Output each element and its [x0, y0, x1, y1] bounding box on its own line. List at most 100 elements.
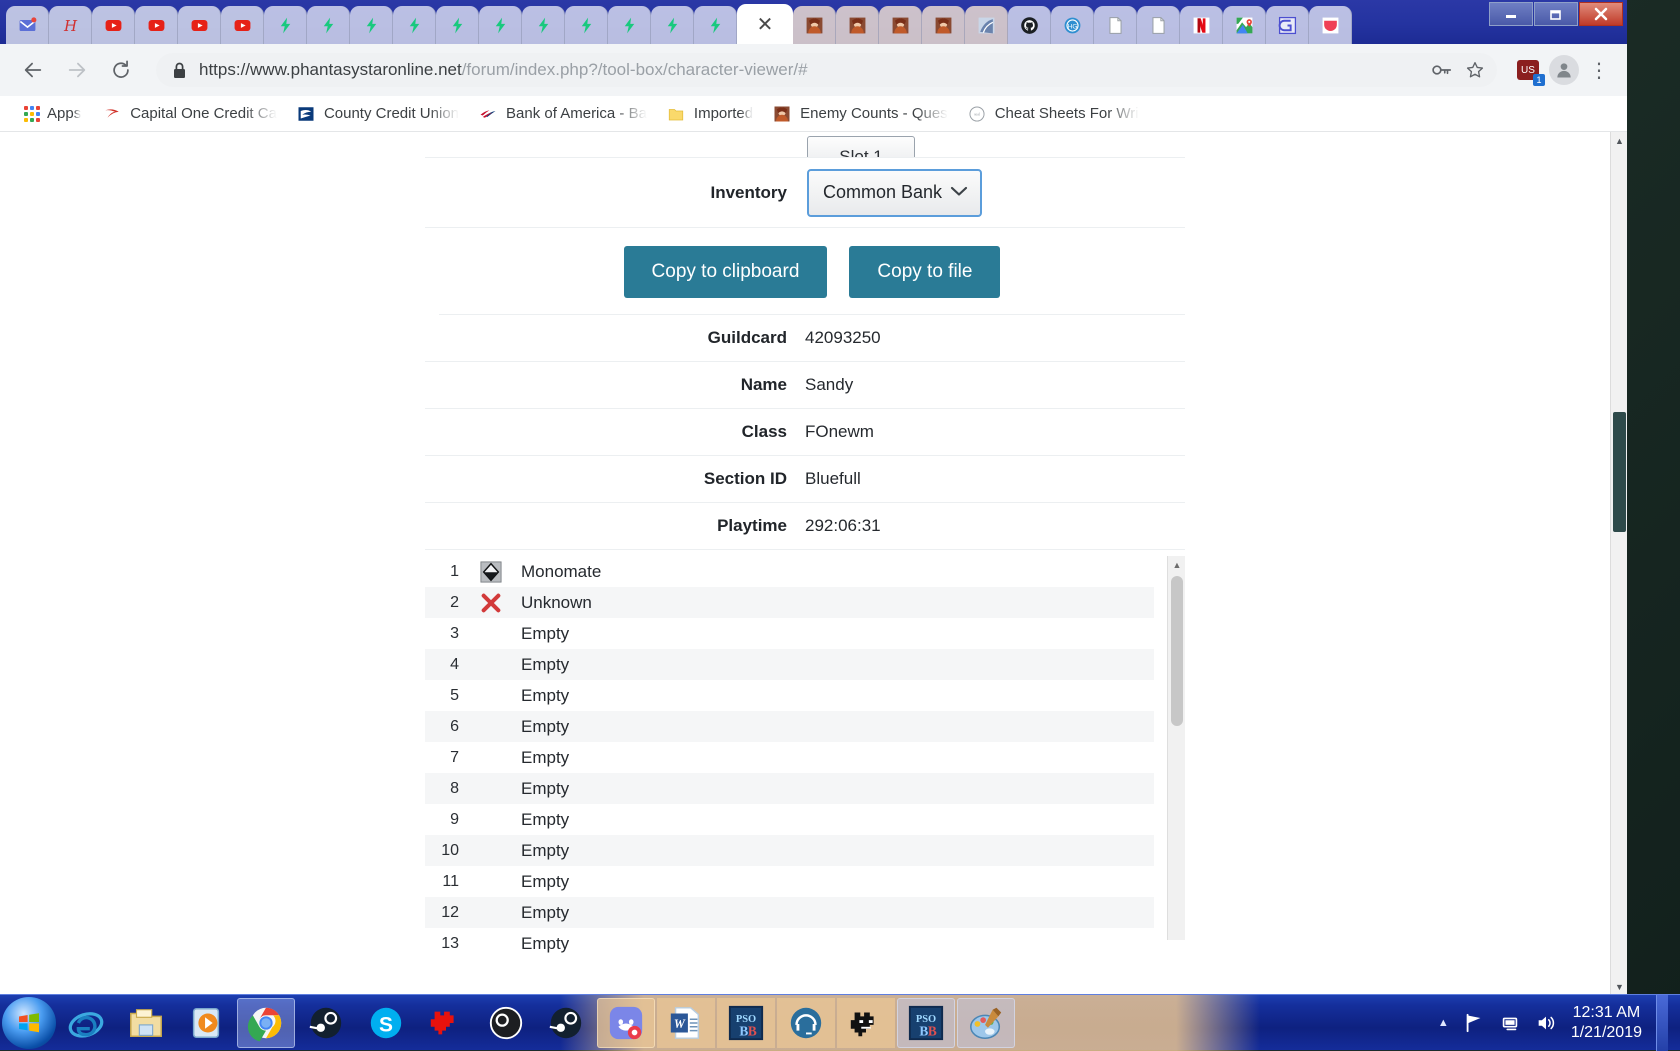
inventory-scroll-up-arrow[interactable]: ▲ [1168, 556, 1185, 574]
page-scrollbar-thumb[interactable] [1613, 412, 1626, 532]
taskbar-item-skype[interactable]: S [357, 998, 415, 1048]
tab-doc-tab-1[interactable] [1094, 6, 1137, 44]
show-desktop-button[interactable] [1656, 995, 1668, 1051]
inventory-row[interactable]: 7Empty [425, 742, 1154, 773]
copy-to-file-button[interactable]: Copy to file [849, 246, 1000, 298]
tab-pso-tab-7[interactable] [522, 6, 565, 44]
taskbar-item-steam[interactable] [297, 998, 355, 1048]
tab-youtube-tab-2[interactable] [135, 6, 178, 44]
inventory-row[interactable]: 11Empty [425, 866, 1154, 897]
chrome-menu-button[interactable]: ⋮ [1585, 60, 1613, 80]
bookmark-item[interactable]: sealCheat Sheets For Wri [958, 102, 1149, 126]
tab-pso-tab-6[interactable] [479, 6, 522, 44]
tab-pso-tab-3[interactable] [350, 6, 393, 44]
tab-pso-tab-11[interactable] [694, 6, 737, 44]
key-icon[interactable] [1431, 61, 1453, 79]
bookmark-item[interactable]: County Credit Union [287, 102, 469, 126]
tab-portrait-tab-3[interactable] [879, 6, 922, 44]
tab-netflix-tab[interactable] [1180, 6, 1223, 44]
inventory-row[interactable]: 13Empty [425, 928, 1154, 959]
taskbar-item-obs-studio[interactable] [477, 998, 535, 1048]
taskbar-item-discord[interactable] [597, 998, 655, 1048]
taskbar-item-internet-explorer[interactable] [57, 998, 115, 1048]
bookmark-item[interactable]: Capital One Credit Ca [93, 102, 287, 126]
network-icon[interactable] [1499, 1012, 1521, 1034]
tab-portrait-tab-1[interactable] [793, 6, 836, 44]
profile-avatar[interactable] [1549, 55, 1579, 85]
inventory-row[interactable]: 5Empty [425, 680, 1154, 711]
inventory-scrollbar[interactable]: ▲ [1167, 556, 1185, 940]
tab-mail-tab[interactable] [6, 6, 49, 44]
taskbar-item-microsoft-word[interactable]: W [657, 998, 715, 1048]
tab-pso-tab-8[interactable] [565, 6, 608, 44]
inventory-row[interactable]: 12Empty [425, 897, 1154, 928]
taskbar-item-steam-2[interactable] [537, 998, 595, 1048]
tab-pso-tab-9[interactable] [608, 6, 651, 44]
taskbar-item-paint[interactable] [957, 998, 1015, 1048]
tab-active-tab[interactable]: ✕ [737, 4, 793, 44]
bookmark-item[interactable]: Enemy Counts - Ques [763, 102, 958, 126]
forward-button[interactable] [58, 51, 96, 89]
inventory-row[interactable]: 4Empty [425, 649, 1154, 680]
slot-select[interactable]: Slot 1 [807, 136, 915, 158]
tab-hg-tab[interactable]: HG [1051, 6, 1094, 44]
inventory-row[interactable]: 2Unknown [425, 587, 1154, 618]
inventory-row[interactable]: 6Empty [425, 711, 1154, 742]
inventory-select[interactable]: Common Bank [807, 169, 982, 217]
tab-h-tab[interactable]: H [49, 6, 92, 44]
taskbar-item-psobb-2[interactable]: PSOBB [897, 998, 955, 1048]
maximize-button[interactable] [1534, 2, 1578, 26]
taskbar-item-windows-media-player[interactable] [177, 998, 235, 1048]
clock[interactable]: 12:31 AM 1/21/2019 [1571, 1003, 1642, 1043]
close-window-button[interactable] [1579, 2, 1623, 26]
taskbar-item-undertale-heart[interactable] [837, 998, 895, 1048]
taskbar-item-psobb-1[interactable]: PSOBB [717, 998, 775, 1048]
extension-button[interactable]: US 1 [1513, 55, 1543, 85]
copy-to-clipboard-button[interactable]: Copy to clipboard [624, 246, 828, 298]
volume-icon[interactable] [1535, 1012, 1557, 1034]
tab-pso-tab-5[interactable] [436, 6, 479, 44]
back-button[interactable] [14, 51, 52, 89]
taskbar-item-windows-explorer[interactable] [117, 998, 175, 1048]
page-scroll-down-arrow[interactable]: ▼ [1611, 978, 1627, 995]
tab-youtube-tab-4[interactable] [221, 6, 264, 44]
inventory-row[interactable]: 3Empty [425, 618, 1154, 649]
bookmark-item[interactable]: Bank of America - Ba [469, 102, 657, 126]
page-scrollbar[interactable]: ▲ ▼ [1610, 132, 1627, 995]
inventory-scrollbar-thumb[interactable] [1171, 576, 1183, 726]
tab-maps-tab[interactable] [1223, 6, 1266, 44]
tab-close-icon[interactable]: ✕ [757, 14, 774, 34]
new-tab-button[interactable]: + [1362, 9, 1398, 39]
inventory-row[interactable]: 1Monomate [425, 556, 1154, 587]
tab-pso-tab-4[interactable] [393, 6, 436, 44]
taskbar-item-undertale[interactable] [417, 998, 475, 1048]
bookmark-item[interactable]: Imported [657, 102, 763, 126]
page-scroll-up-arrow[interactable]: ▲ [1611, 132, 1627, 149]
tab-pso-tab-10[interactable] [651, 6, 694, 44]
address-bar[interactable]: https://www.phantasystaronline.net/forum… [156, 53, 1497, 87]
tab-pocket-tab[interactable] [1309, 6, 1352, 44]
bookmark-star-icon[interactable] [1465, 60, 1485, 80]
tab-art-tab[interactable] [965, 6, 1008, 44]
tab-doc-tab-2[interactable] [1137, 6, 1180, 44]
tab-pso-tab-1[interactable] [264, 6, 307, 44]
action-center-flag-icon[interactable] [1463, 1012, 1485, 1034]
reload-button[interactable] [102, 51, 140, 89]
tab-portrait-tab-2[interactable] [836, 6, 879, 44]
tab-gamefaqs-tab[interactable] [1266, 6, 1309, 44]
tray-chevron-up-icon[interactable]: ▲ [1438, 1017, 1449, 1029]
bookmark-apps[interactable]: Apps [14, 102, 91, 125]
minimize-button[interactable] [1489, 2, 1533, 26]
field-row: NameSandy [425, 362, 1185, 409]
taskbar-item-teamspeak[interactable] [777, 998, 835, 1048]
taskbar-item-google-chrome[interactable] [237, 998, 295, 1048]
tab-youtube-tab-3[interactable] [178, 6, 221, 44]
tab-pso-tab-2[interactable] [307, 6, 350, 44]
tab-youtube-tab-1[interactable] [92, 6, 135, 44]
inventory-row[interactable]: 9Empty [425, 804, 1154, 835]
inventory-row[interactable]: 8Empty [425, 773, 1154, 804]
tab-github-tab[interactable] [1008, 6, 1051, 44]
tab-portrait-tab-4[interactable] [922, 6, 965, 44]
start-button[interactable] [2, 997, 56, 1049]
inventory-row[interactable]: 10Empty [425, 835, 1154, 866]
